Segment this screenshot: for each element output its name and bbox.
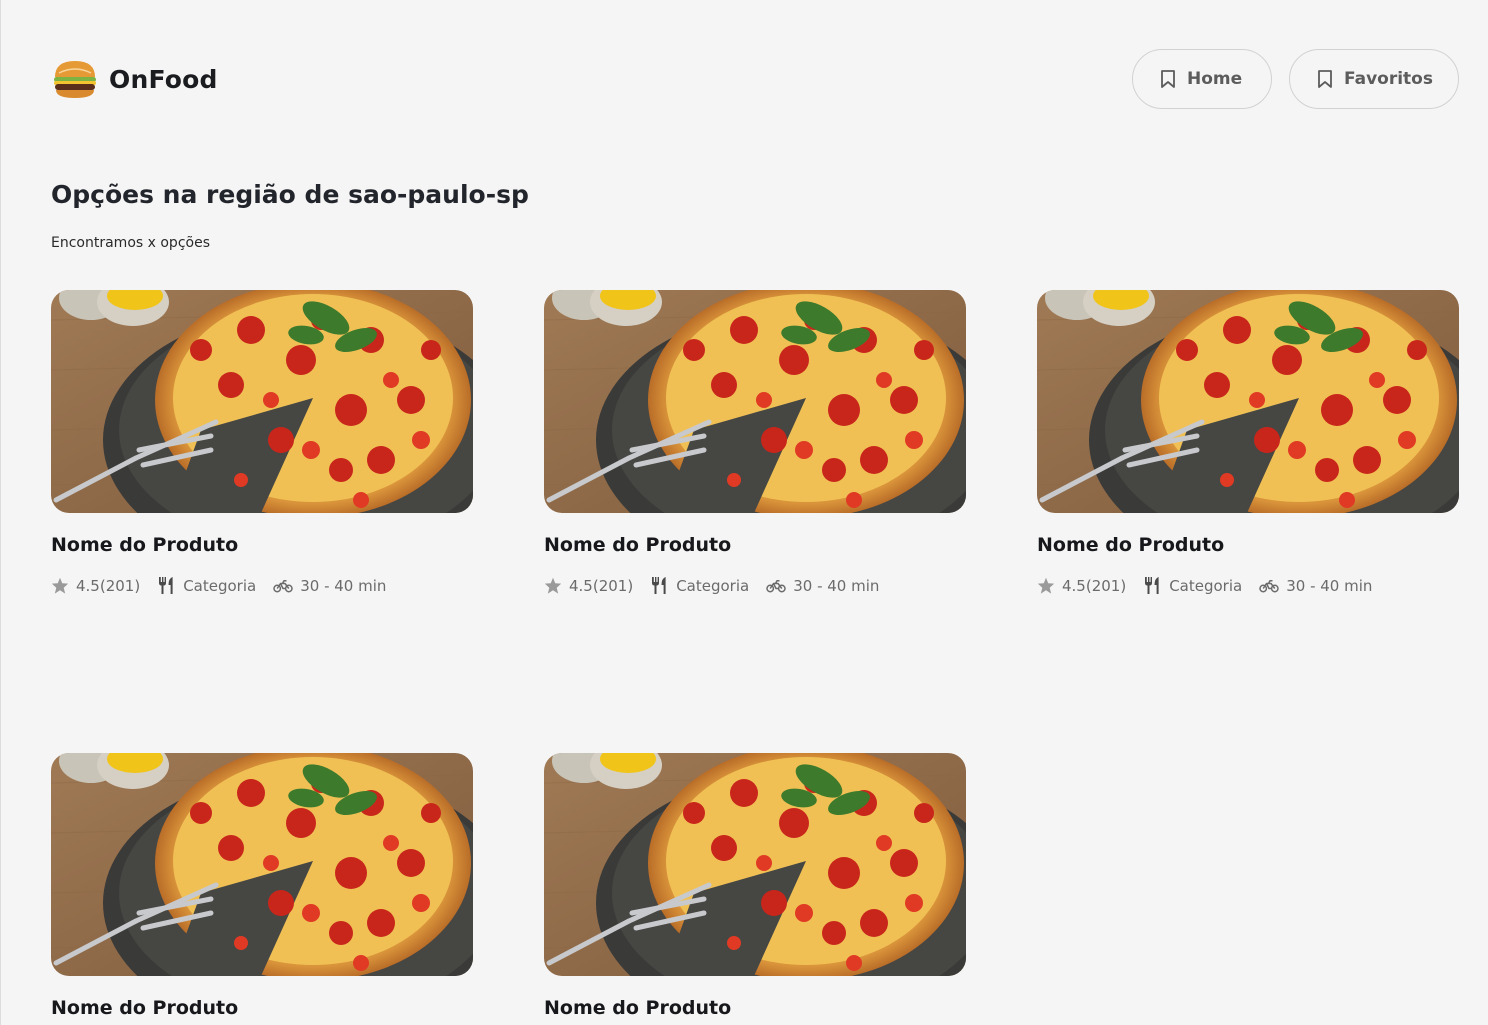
- bookmark-icon: [1161, 70, 1175, 88]
- delivery-time: 30 - 40 min: [766, 577, 879, 595]
- product-name[interactable]: Nome do Produto: [544, 534, 966, 556]
- motorcycle-icon: [1259, 579, 1279, 592]
- product-image[interactable]: [51, 290, 473, 513]
- delivery-time-value: 30 - 40 min: [1286, 576, 1373, 595]
- cutlery-icon: [1145, 577, 1159, 594]
- product-name[interactable]: Nome do Produto: [1037, 534, 1459, 556]
- rating: 4.5(201): [544, 577, 633, 595]
- delivery-time-value: 30 - 40 min: [300, 576, 387, 595]
- product-meta: 4.5(201) Categoria 30 - 40 min: [51, 576, 473, 595]
- product-name[interactable]: Nome do Produto: [544, 997, 966, 1019]
- delivery-time: 30 - 40 min: [273, 577, 386, 595]
- home-button[interactable]: Home: [1132, 49, 1272, 109]
- rating-value: 4.5(201): [1062, 576, 1127, 595]
- page-title: Opções na região de sao-paulo-sp: [51, 180, 529, 209]
- results-count: Encontramos x opções: [51, 235, 210, 251]
- delivery-time-value: 30 - 40 min: [793, 576, 880, 595]
- category-label: Categoria: [1169, 576, 1243, 595]
- star-icon: [51, 577, 69, 594]
- product-image[interactable]: [51, 753, 473, 976]
- product-card[interactable]: Nome do Produto 4.5(201) Categoria: [544, 753, 966, 1025]
- rating: 4.5(201): [1037, 577, 1126, 595]
- cutlery-icon: [159, 577, 173, 594]
- product-image[interactable]: [544, 753, 966, 976]
- product-name[interactable]: Nome do Produto: [51, 534, 473, 556]
- category: Categoria: [157, 576, 256, 595]
- star-icon: [544, 577, 562, 594]
- product-grid: Nome do Produto 4.5(201) Categoria 30 - …: [51, 290, 1460, 1025]
- product-card[interactable]: Nome do Produto 4.5(201) Categoria: [1037, 290, 1459, 595]
- category: Categoria: [650, 576, 749, 595]
- product-meta: 4.5(201) Categoria 30 - 40 min: [1037, 576, 1459, 595]
- category: Categoria: [1143, 576, 1242, 595]
- top-nav: Home Favoritos: [1132, 49, 1459, 109]
- app-name: OnFood: [109, 64, 218, 94]
- brand[interactable]: OnFood: [51, 57, 218, 101]
- product-name[interactable]: Nome do Produto: [51, 997, 473, 1019]
- category-label: Categoria: [183, 576, 257, 595]
- top-header: OnFood Home Favoritos: [51, 48, 1459, 110]
- rating-value: 4.5(201): [76, 576, 141, 595]
- burger-icon: [54, 61, 96, 98]
- delivery-time: 30 - 40 min: [1259, 577, 1372, 595]
- rating-value: 4.5(201): [569, 576, 634, 595]
- motorcycle-icon: [766, 579, 786, 592]
- product-card[interactable]: Nome do Produto 4.5(201) Categoria: [544, 290, 966, 595]
- motorcycle-icon: [273, 579, 293, 592]
- star-icon: [1037, 577, 1055, 594]
- bookmark-icon: [1318, 70, 1332, 88]
- rating: 4.5(201): [51, 577, 140, 595]
- cutlery-icon: [652, 577, 666, 594]
- product-meta: 4.5(201) Categoria 30 - 40 min: [544, 576, 966, 595]
- product-image[interactable]: [1037, 290, 1459, 513]
- product-image[interactable]: [544, 290, 966, 513]
- category-label: Categoria: [676, 576, 750, 595]
- favorites-button[interactable]: Favoritos: [1289, 49, 1459, 109]
- favorites-label: Favoritos: [1344, 69, 1433, 89]
- product-card[interactable]: Nome do Produto 4.5(201) Categoria: [51, 290, 473, 595]
- home-label: Home: [1187, 69, 1243, 89]
- product-card[interactable]: Nome do Produto 4.5(201) Categoria: [51, 753, 473, 1025]
